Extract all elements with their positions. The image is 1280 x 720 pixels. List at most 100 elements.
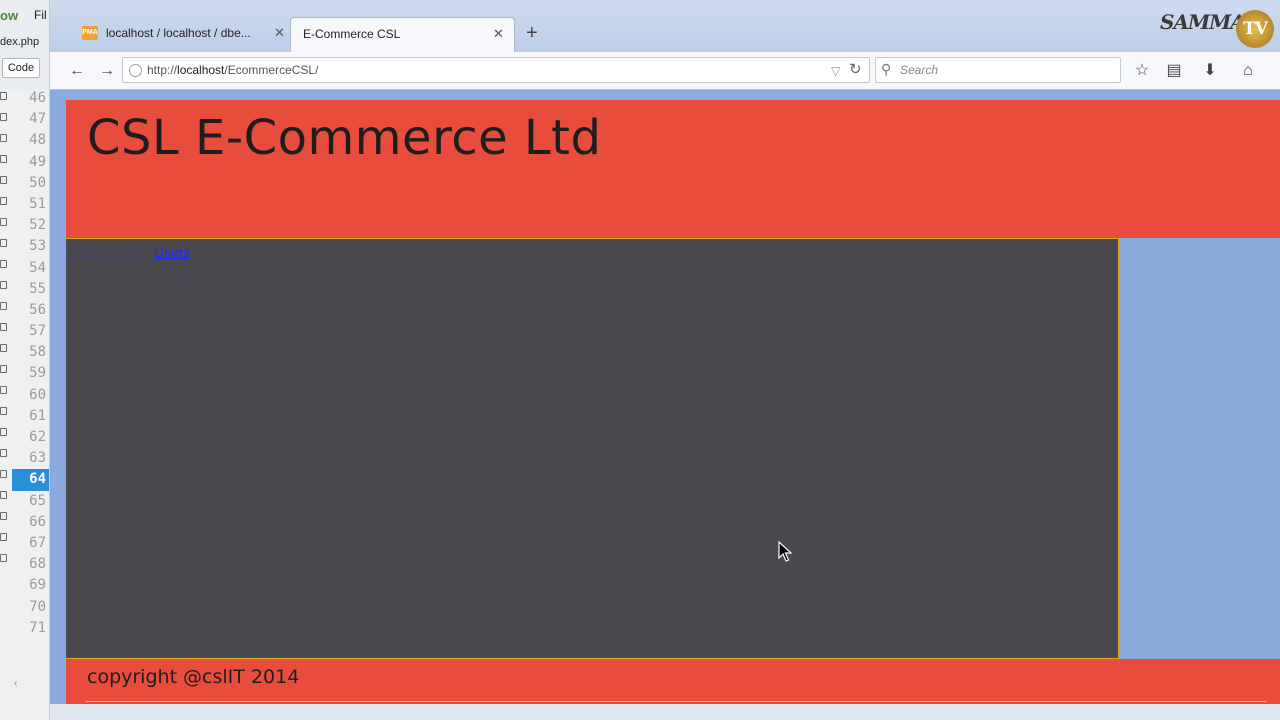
line-number: 59 [29, 365, 46, 382]
url-host: localhost [177, 63, 225, 77]
url-path: /EcommerceCSL/ [224, 63, 319, 77]
editor-gutter-icons [0, 92, 10, 692]
gutter-tool-icon[interactable] [0, 554, 7, 562]
content-area: Country-City Users [66, 238, 1119, 659]
tab-title: localhost / localhost / dbe... [106, 26, 251, 40]
url-text[interactable]: http://localhost/EcommerceCSL/ [147, 58, 318, 82]
line-number-gutter: 46 47 48 49 50 51 52 53 54 55 56 57 58 59 60 61 62 63 64 65… [12, 88, 49, 639]
line-number: 68 [29, 556, 46, 573]
search-bar[interactable]: ⚲ Search [875, 57, 1121, 83]
line-number: 51 [29, 195, 46, 212]
line-number: 46 [29, 90, 46, 106]
navigation-toolbar: ← → http://localhost/EcommerceCSL/ ▽ ↻ ⚲… [50, 52, 1280, 90]
line-number: 48 [29, 132, 46, 149]
line-number: 57 [29, 323, 46, 340]
gutter-tool-icon[interactable] [0, 365, 7, 373]
gutter-tool-icon[interactable] [0, 176, 7, 184]
gutter-tool-icon[interactable] [0, 428, 7, 436]
address-bar[interactable]: http://localhost/EcommerceCSL/ ▽ ↻ [122, 57, 870, 83]
gutter-tool-icon[interactable] [0, 386, 7, 394]
gutter-tool-icon[interactable] [0, 491, 7, 499]
line-number: 62 [29, 429, 46, 445]
bookmark-star-icon[interactable]: ☆ [1130, 59, 1154, 83]
forward-arrow-icon[interactable]: → [96, 60, 118, 82]
channel-watermark-logo: SAMMAR TV [1160, 10, 1278, 50]
gutter-tool-icon[interactable] [0, 92, 7, 100]
line-number: 55 [29, 280, 46, 297]
editor-menu-file[interactable]: Fil [34, 8, 47, 22]
line-number: 47 [29, 111, 46, 128]
line-number: 50 [29, 174, 46, 191]
gutter-tool-icon[interactable] [0, 134, 7, 142]
gutter-tool-icon[interactable] [0, 260, 7, 268]
phpmyadmin-favicon-icon: PMA [82, 26, 98, 40]
site-nav: Country-City Users [68, 244, 190, 260]
gutter-tool-icon[interactable] [0, 281, 7, 289]
line-number: 49 [29, 153, 46, 170]
line-number: 70 [29, 598, 46, 615]
gutter-tool-icon[interactable] [0, 407, 7, 415]
gutter-tool-icon[interactable] [0, 512, 7, 520]
site-title: CSL E-Commerce Ltd [87, 110, 602, 166]
line-number: 66 [29, 513, 46, 530]
globe-icon [129, 64, 142, 77]
nav-link-users[interactable]: Users [154, 244, 191, 260]
home-icon[interactable]: ⌂ [1236, 59, 1260, 83]
close-icon[interactable]: ✕ [493, 19, 504, 49]
search-icon: ⚲ [881, 61, 892, 77]
line-number: 58 [29, 344, 46, 361]
close-icon[interactable]: ✕ [274, 18, 285, 48]
tab-strip: PMA localhost / localhost / dbe... ✕ E-C… [50, 0, 1280, 52]
scroll-left-icon[interactable]: ‹ [14, 678, 17, 689]
line-number: 67 [29, 534, 46, 551]
line-number: 52 [29, 217, 46, 234]
back-arrow-icon[interactable]: ← [66, 60, 88, 82]
gutter-tool-icon[interactable] [0, 239, 7, 247]
code-view-button[interactable]: Code [2, 58, 40, 78]
site-header: CSL E-Commerce Ltd [66, 100, 1280, 238]
tv-badge-icon: TV [1236, 10, 1274, 48]
editor-toolbar: ow Fil dex.php Code [0, 0, 49, 90]
url-scheme: http:// [147, 63, 178, 77]
footer-copyright: copyright @cslIT 2014 [87, 666, 300, 688]
line-number: 56 [29, 301, 46, 318]
gutter-tool-icon[interactable] [0, 449, 7, 457]
history-dropdown-icon[interactable]: ▽ [831, 60, 840, 82]
site-footer: copyright @cslIT 2014 [66, 659, 1280, 704]
reading-list-icon[interactable]: ▤ [1162, 59, 1186, 83]
gutter-tool-icon[interactable] [0, 323, 7, 331]
line-number: 60 [29, 386, 46, 403]
gutter-tool-icon[interactable] [0, 344, 7, 352]
line-number: 54 [29, 259, 46, 276]
gutter-tool-icon[interactable] [0, 533, 7, 541]
page-viewport: CSL E-Commerce Ltd Country-City Users co… [50, 90, 1280, 720]
line-number: 65 [29, 492, 46, 509]
line-number: 64 [12, 469, 49, 491]
nav-link-country-city[interactable]: Country-City [68, 244, 146, 260]
gutter-tool-icon[interactable] [0, 470, 7, 478]
line-number: 53 [29, 238, 46, 255]
line-number: 63 [29, 450, 46, 467]
code-editor-panel: ow Fil dex.php Code 46 47 48 49 50 51 52 53 54 55… [0, 0, 50, 720]
line-number: 61 [29, 407, 46, 424]
tab-phpmyadmin[interactable]: PMA localhost / localhost / dbe... ✕ [80, 18, 292, 50]
gutter-tool-icon[interactable] [0, 302, 7, 310]
gutter-tool-icon[interactable] [0, 155, 7, 163]
line-number: 71 [29, 619, 46, 636]
reload-icon[interactable]: ↻ [849, 59, 862, 81]
browser-window: PMA localhost / localhost / dbe... ✕ E-C… [50, 0, 1280, 720]
footer-divider [86, 701, 1266, 702]
new-tab-button[interactable]: + [526, 19, 538, 47]
mouse-cursor-icon [778, 541, 793, 562]
gutter-tool-icon[interactable] [0, 218, 7, 226]
window-bottom-edge [50, 704, 1280, 720]
tab-title: E-Commerce CSL [303, 27, 401, 41]
search-placeholder: Search [900, 63, 939, 77]
gutter-tool-icon[interactable] [0, 113, 7, 121]
tab-ecommerce-csl[interactable]: E-Commerce CSL ✕ [290, 17, 515, 52]
editor-menu-item[interactable]: ow [0, 8, 18, 23]
editor-file-tab[interactable]: dex.php [0, 36, 39, 48]
download-icon[interactable]: ⬇ [1198, 59, 1222, 83]
gutter-tool-icon[interactable] [0, 197, 7, 205]
line-number: 69 [29, 577, 46, 594]
